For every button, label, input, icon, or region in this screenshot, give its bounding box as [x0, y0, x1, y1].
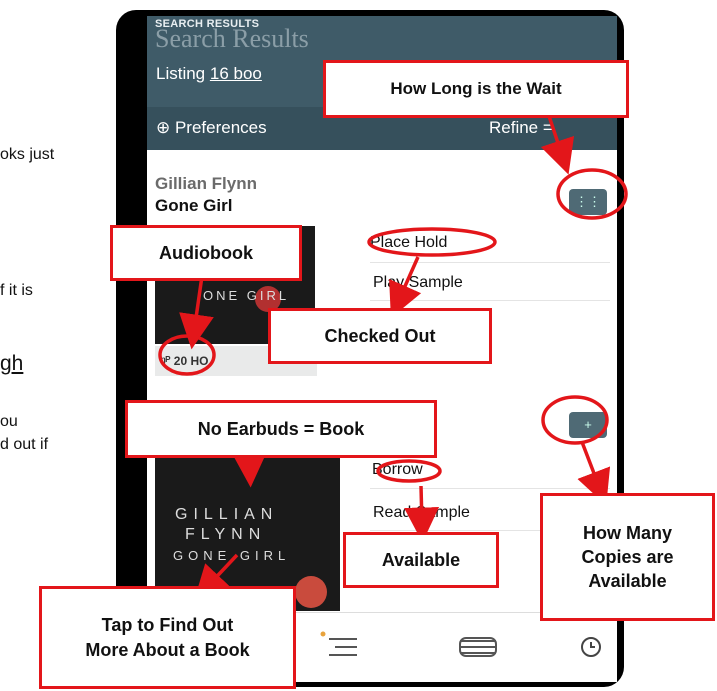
divider: [370, 488, 610, 489]
callout-tap-book: Tap to Find Out More About a Book: [39, 586, 296, 689]
divider: [370, 300, 610, 301]
play-sample-button[interactable]: Play Sample: [373, 274, 463, 292]
callout-no-earbuds: No Earbuds = Book: [125, 400, 437, 458]
doc-text-fragment: oks just: [0, 146, 55, 163]
callout-wait: How Long is the Wait: [323, 60, 629, 118]
callout-copies-line: Copies are: [581, 546, 674, 567]
callout-checked-out: Checked Out: [268, 308, 492, 364]
callout-copies: How Many Copies are Available: [540, 493, 715, 621]
doc-text-fragment: ou: [0, 413, 18, 430]
cover-author-line: FLYNN: [185, 526, 267, 543]
earbuds-icon: ᵑᴾ: [161, 354, 174, 368]
cover-title: GONE GIRL: [173, 548, 291, 563]
clock-icon[interactable]: [579, 635, 603, 659]
book-author[interactable]: Gillian Flynn: [155, 174, 257, 194]
cover-author-line: GILLIAN: [175, 506, 279, 523]
divider: [370, 262, 610, 263]
callout-available: Available: [343, 532, 499, 588]
cover-badge: [295, 576, 327, 608]
book-cover[interactable]: GILLIAN FLYNN GONE GIRL: [155, 436, 340, 611]
hold-wait-icon[interactable]: ⋮⋮: [569, 189, 607, 215]
listing-count: Listing 16 boo: [156, 64, 262, 84]
cover-title: ONE GIRL: [203, 288, 290, 303]
doc-text-fragment: f it is: [0, 282, 33, 299]
borrow-button[interactable]: Borrow: [372, 461, 423, 479]
copies-available-icon[interactable]: +: [569, 412, 607, 438]
results-list-icon[interactable]: [319, 631, 363, 661]
audiobook-duration: 20 HO: [173, 354, 209, 368]
read-sample-button[interactable]: Read Sample: [373, 504, 470, 522]
refine-button[interactable]: Refine =: [489, 118, 553, 138]
listing-prefix: Listing: [156, 64, 210, 83]
callout-tap-line: Tap to Find Out: [101, 615, 234, 636]
callout-copies-line: Available: [588, 571, 667, 592]
listing-count-link[interactable]: 16 boo: [210, 64, 262, 83]
preferences-button[interactable]: ⊕ Preferences: [156, 118, 267, 138]
doc-text-fragment: d out if: [0, 436, 49, 453]
callout-audiobook: Audiobook: [110, 225, 302, 281]
doc-heading-fragment: gh: [0, 352, 24, 375]
place-hold-button[interactable]: Place Hold: [370, 234, 447, 252]
callout-copies-line: How Many: [582, 522, 672, 543]
book-title[interactable]: Gone Girl: [155, 196, 232, 216]
bookshelf-icon[interactable]: [457, 635, 501, 659]
callout-tap-line: More About a Book: [85, 639, 250, 660]
page-title: SEARCH RESULTS: [155, 18, 260, 30]
